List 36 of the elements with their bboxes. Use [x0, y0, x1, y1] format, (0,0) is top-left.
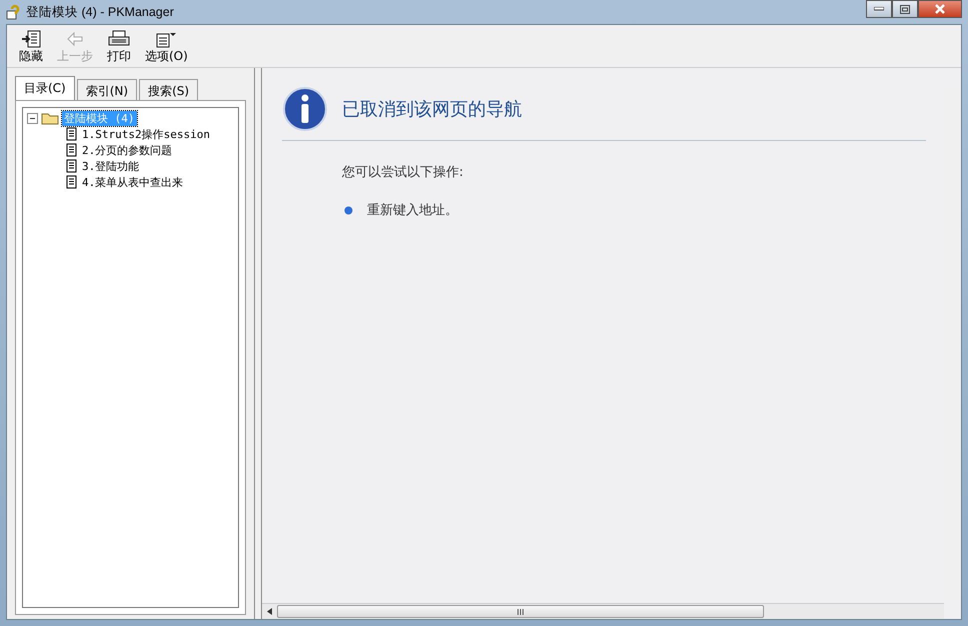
back-arrow-icon	[65, 30, 85, 48]
tree-item[interactable]: 4.菜单从表中查出来	[80, 174, 186, 190]
tab[interactable]: 目录(C)	[15, 76, 75, 100]
folder-icon	[41, 112, 59, 124]
hide-pane-icon	[21, 30, 41, 48]
document-icon	[66, 127, 77, 141]
document-icon	[66, 143, 77, 157]
toolbar-button[interactable]: 隐藏	[15, 30, 47, 65]
window-title: 登陆模块 (4) - PKManager	[26, 4, 175, 20]
tree-item[interactable]: 3.登陆功能	[80, 158, 142, 174]
close-button[interactable]	[918, 0, 962, 18]
options-icon	[155, 30, 178, 48]
maximize-button[interactable]	[892, 0, 918, 18]
tab[interactable]: 搜索(S)	[139, 79, 198, 100]
scroll-left-icon[interactable]	[267, 608, 272, 615]
scrollbar-thumb[interactable]	[277, 605, 764, 618]
minimize-button[interactable]	[866, 0, 892, 18]
tab[interactable]: 索引(N)	[76, 79, 138, 100]
tree-item[interactable]: 2.分页的参数问题	[80, 142, 174, 158]
minimize-icon	[874, 7, 884, 11]
document-icon	[66, 159, 77, 173]
help-icon	[6, 4, 22, 20]
printer-icon	[108, 30, 130, 48]
tree-item[interactable]: 1.Struts2操作session	[80, 126, 212, 142]
restore-icon	[900, 4, 910, 14]
page-heading: 已取消到该网页的导航	[342, 98, 522, 121]
toolbar-button[interactable]: 选项(O)	[141, 30, 192, 65]
collapse-toggle-icon[interactable]	[27, 112, 38, 124]
info-icon	[282, 86, 328, 132]
document-icon	[66, 175, 77, 189]
toolbar-button[interactable]: 打印	[103, 30, 135, 65]
suggestion-text: 重新键入地址。	[367, 202, 458, 219]
grip-icon	[517, 608, 524, 614]
bullet-icon	[344, 206, 353, 214]
close-icon	[934, 4, 946, 14]
intro-text: 您可以尝试以下操作:	[342, 164, 464, 181]
